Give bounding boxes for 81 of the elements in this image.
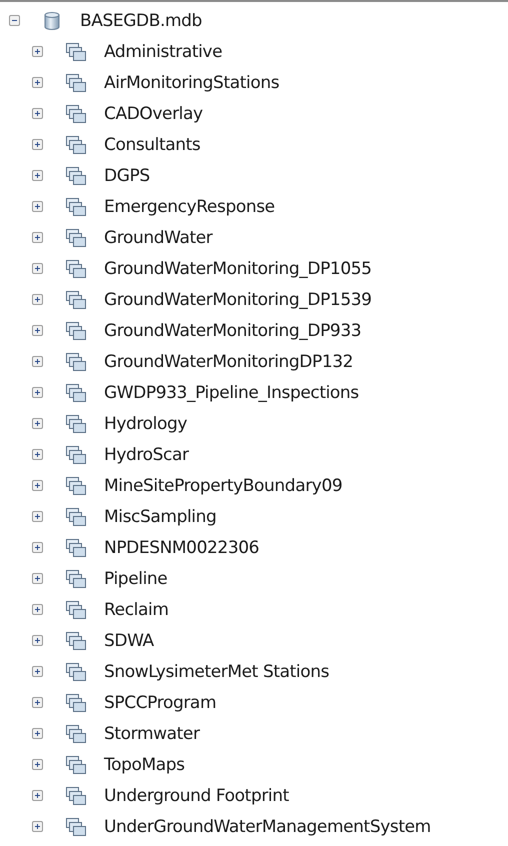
tree-item[interactable]: Hydrology (104, 414, 188, 434)
feature-dataset-icon (65, 630, 87, 650)
expand-toggle[interactable] (32, 263, 43, 274)
feature-dataset-icon (65, 290, 87, 310)
expand-toggle[interactable] (32, 511, 43, 522)
tree-item[interactable]: AirMonitoringStations (104, 72, 280, 92)
tree-item[interactable]: SDWA (104, 630, 154, 650)
expand-toggle[interactable] (32, 573, 43, 584)
database-icon (42, 10, 62, 30)
feature-dataset-icon (65, 816, 87, 836)
feature-dataset-icon (65, 228, 87, 248)
tree-item[interactable]: SnowLysimeterMet Stations (104, 662, 330, 682)
tree-item[interactable]: GroundWaterMonitoring_DP933 (104, 320, 362, 340)
tree-item[interactable]: DGPS (104, 166, 150, 186)
expand-toggle[interactable] (32, 759, 43, 770)
expand-toggle[interactable] (32, 294, 43, 305)
expand-toggle[interactable] (32, 139, 43, 150)
expand-toggle[interactable] (32, 170, 43, 181)
feature-dataset-icon (65, 414, 87, 434)
feature-dataset-icon (65, 72, 87, 92)
tree-item[interactable]: HydroScar (104, 444, 189, 464)
tree-item[interactable]: MiscSampling (104, 506, 216, 526)
tree-item[interactable]: Stormwater (104, 724, 200, 744)
feature-dataset-icon (65, 692, 87, 712)
tree-item[interactable]: GroundWaterMonitoringDP132 (104, 352, 354, 372)
tree-item[interactable]: GWDP933_Pipeline_Inspections (104, 382, 359, 402)
tree-item[interactable]: GroundWaterMonitoring_DP1539 (104, 290, 372, 310)
tree-item[interactable]: CADOverlay (104, 104, 203, 124)
expand-toggle[interactable] (32, 325, 43, 336)
tree-item[interactable]: GroundWaterMonitoring_DP1055 (104, 258, 372, 278)
tree-item[interactable]: Administrative (104, 42, 222, 62)
feature-dataset-icon (65, 196, 87, 216)
expand-toggle[interactable] (32, 542, 43, 553)
expand-toggle[interactable] (32, 480, 43, 491)
feature-dataset-icon (65, 506, 87, 526)
tree-item[interactable]: Reclaim (104, 600, 168, 620)
feature-dataset-icon (65, 568, 87, 588)
tree-item[interactable]: TopoMaps (104, 754, 185, 774)
expand-toggle[interactable] (32, 356, 43, 367)
tree-item[interactable]: NPDESNM0022306 (104, 538, 260, 558)
expand-toggle[interactable] (32, 666, 43, 677)
feature-dataset-icon (65, 42, 87, 62)
feature-dataset-icon (65, 724, 87, 744)
expand-toggle[interactable] (32, 108, 43, 119)
feature-dataset-icon (65, 352, 87, 372)
feature-dataset-icon (65, 538, 87, 558)
collapse-toggle[interactable] (9, 15, 20, 26)
tree-item[interactable]: MineSitePropertyBoundary09 (104, 476, 342, 496)
feature-dataset-icon (65, 320, 87, 340)
expand-toggle[interactable] (32, 418, 43, 429)
tree-item[interactable]: BASEGDB.mdb (80, 10, 202, 30)
tree-item[interactable]: Pipeline (104, 568, 168, 588)
feature-dataset-icon (65, 476, 87, 496)
expand-toggle[interactable] (32, 46, 43, 57)
expand-toggle[interactable] (32, 790, 43, 801)
expand-toggle[interactable] (32, 635, 43, 646)
expand-toggle[interactable] (32, 77, 43, 88)
feature-dataset-icon (65, 382, 87, 402)
tree-item[interactable]: EmergencyResponse (104, 196, 275, 216)
expand-toggle[interactable] (32, 728, 43, 739)
tree-item[interactable]: UnderGroundWaterManagementSystem (104, 816, 431, 836)
feature-dataset-icon (65, 134, 87, 154)
feature-dataset-icon (65, 662, 87, 682)
feature-dataset-icon (65, 754, 87, 774)
tree-item[interactable]: Underground Footprint (104, 786, 289, 806)
expand-toggle[interactable] (32, 604, 43, 615)
feature-dataset-icon (65, 166, 87, 186)
tree-item[interactable]: SPCCProgram (104, 692, 216, 712)
expand-toggle[interactable] (32, 821, 43, 832)
expand-toggle[interactable] (32, 201, 43, 212)
feature-dataset-icon (65, 258, 87, 278)
feature-dataset-icon (65, 786, 87, 806)
feature-dataset-icon (65, 444, 87, 464)
expand-toggle[interactable] (32, 387, 43, 398)
expand-toggle[interactable] (32, 449, 43, 460)
tree-item[interactable]: Consultants (104, 134, 200, 154)
expand-toggle[interactable] (32, 232, 43, 243)
tree-item[interactable]: GroundWater (104, 228, 212, 248)
feature-dataset-icon (65, 104, 87, 124)
feature-dataset-icon (65, 600, 87, 620)
expand-toggle[interactable] (32, 697, 43, 708)
